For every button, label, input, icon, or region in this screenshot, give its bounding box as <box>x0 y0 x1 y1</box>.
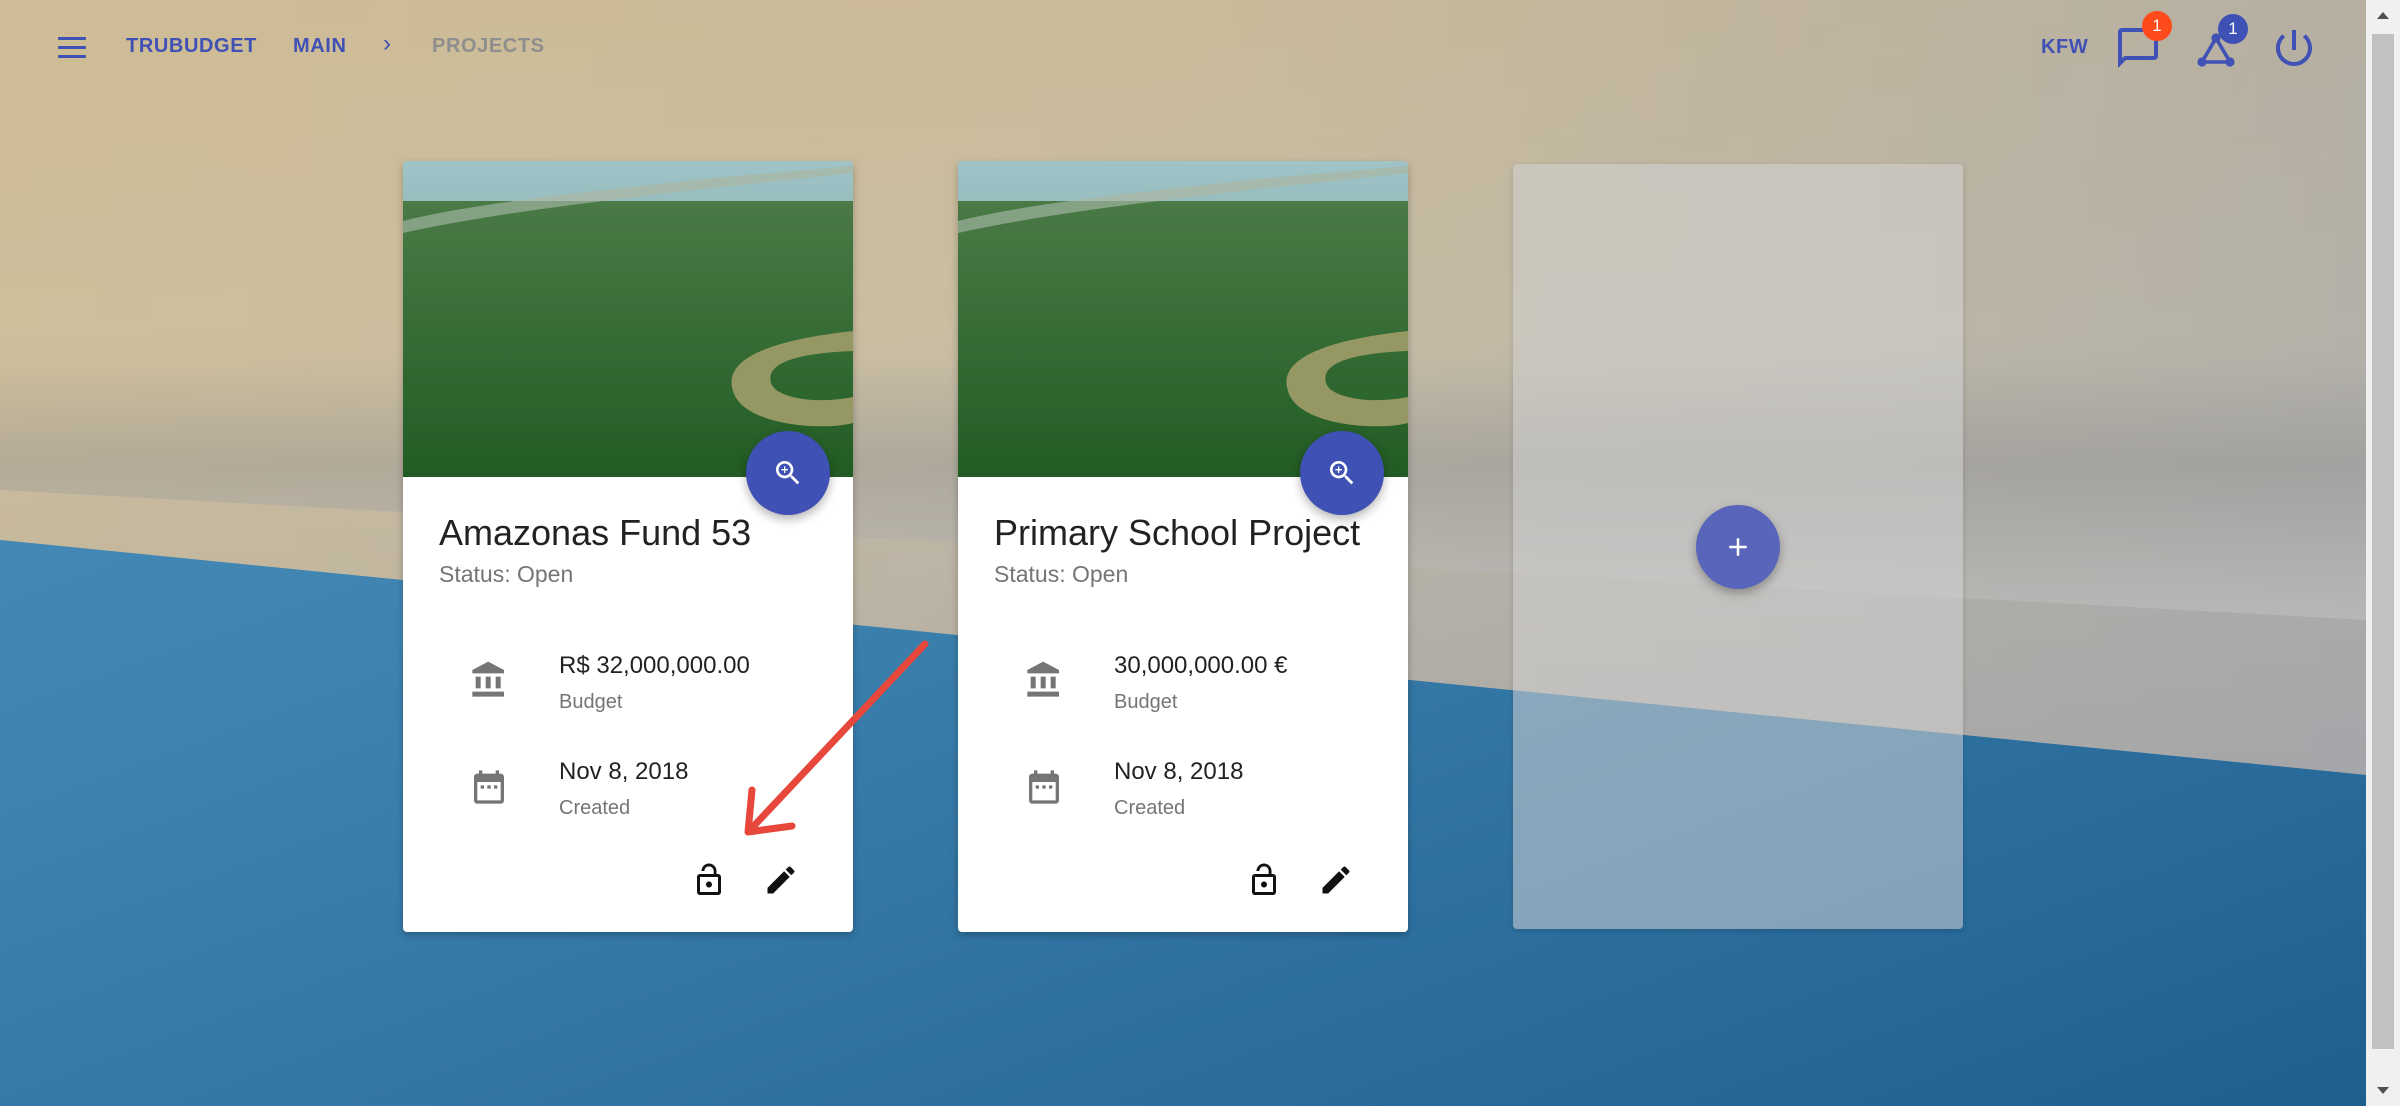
chevron-right-icon: › <box>383 30 391 57</box>
budget-label: Budget <box>559 691 623 713</box>
calendar-icon <box>1029 770 1059 804</box>
logout-button[interactable] <box>2270 24 2318 72</box>
pencil-icon <box>767 866 795 894</box>
project-card: Primary School Project Status: Open 30,0… <box>958 161 1408 932</box>
budget-value: 30,000,000.00 € <box>1114 652 1288 679</box>
scrollbar[interactable] <box>2366 0 2400 1106</box>
hamburger-menu-icon[interactable] <box>52 28 92 68</box>
breadcrumb-projects: PROJECTS <box>432 35 545 57</box>
notifications-button[interactable]: 1 <box>2114 11 2172 72</box>
edit-button[interactable] <box>757 856 805 904</box>
plus-icon <box>1729 538 1747 556</box>
permissions-button[interactable] <box>685 856 733 904</box>
lock-open-icon <box>1252 863 1276 895</box>
project-thumbnail <box>403 161 853 477</box>
zoom-in-icon <box>1330 461 1354 485</box>
permissions-button[interactable] <box>1240 856 1288 904</box>
created-value: Nov 8, 2018 <box>559 758 689 785</box>
add-project-card <box>1513 164 1963 929</box>
view-project-button[interactable] <box>746 431 830 515</box>
view-project-button[interactable] <box>1300 431 1384 515</box>
breadcrumb-main[interactable]: MAIN <box>293 35 347 58</box>
peers-button[interactable]: 1 <box>2192 14 2248 72</box>
project-status: Status: Open <box>994 561 1129 587</box>
pencil-icon <box>1322 866 1350 894</box>
edit-button[interactable] <box>1312 856 1360 904</box>
lock-open-icon <box>697 863 721 895</box>
peers-badge: 1 <box>2218 14 2248 44</box>
project-thumbnail <box>958 161 1408 477</box>
brand-link[interactable]: TRUBUDGET <box>126 35 257 58</box>
created-label: Created <box>559 797 631 819</box>
zoom-in-icon <box>776 461 800 485</box>
created-label: Created <box>1114 797 1186 819</box>
calendar-icon <box>474 770 504 804</box>
project-title: Amazonas Fund 53 <box>439 512 752 553</box>
notifications-badge: 1 <box>2142 11 2172 41</box>
organization-label: KFW <box>2041 36 2089 58</box>
project-title: Primary School Project <box>994 512 1361 553</box>
power-icon <box>2276 30 2312 66</box>
annotation-arrow-icon <box>744 640 929 836</box>
scroll-up-icon[interactable] <box>2366 0 2400 30</box>
created-value: Nov 8, 2018 <box>1114 758 1244 785</box>
add-project-button[interactable] <box>1696 505 1780 589</box>
scroll-down-icon[interactable] <box>2366 1076 2400 1106</box>
bank-icon <box>472 661 504 697</box>
bank-icon <box>1027 661 1059 697</box>
scrollbar-thumb[interactable] <box>2372 34 2394 1049</box>
project-status: Status: Open <box>439 561 574 587</box>
app-bar: TRUBUDGET MAIN › PROJECTS KFW 1 1 <box>0 0 2366 96</box>
budget-label: Budget <box>1114 691 1178 713</box>
